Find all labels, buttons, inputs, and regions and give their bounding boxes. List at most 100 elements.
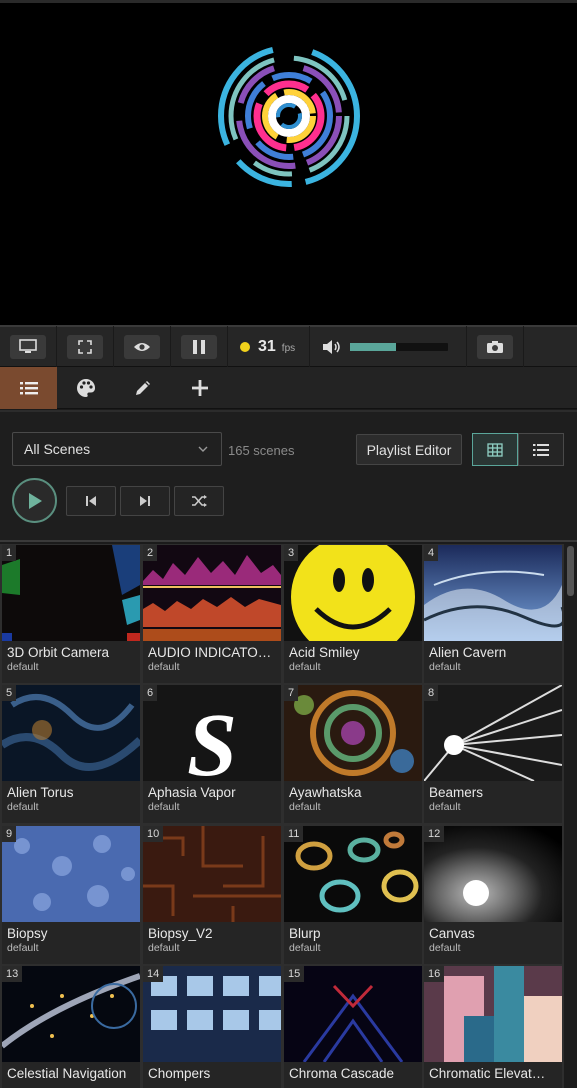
list-view-button[interactable] (518, 433, 564, 466)
tab-scenes[interactable] (0, 367, 57, 409)
fps-unit: fps (281, 343, 296, 354)
tab-palette[interactable] (57, 367, 114, 409)
scene-thumbnail (2, 826, 140, 922)
playlist-select[interactable]: All Scenes (12, 432, 222, 466)
scene-name: Ayawhatska (289, 785, 362, 800)
svg-text:S: S (187, 696, 237, 781)
play-button[interactable] (12, 478, 57, 523)
scene-thumbnail (143, 545, 281, 641)
skip-back-icon (86, 496, 96, 506)
scene-name: Acid Smiley (289, 645, 360, 660)
volume-fill (350, 342, 397, 351)
panel-tabs (0, 367, 577, 409)
scene-number: 8 (424, 685, 439, 701)
playlist-editor-button[interactable]: Playlist Editor (356, 434, 462, 465)
scene-name: Biopsy_V2 (148, 926, 213, 941)
scene-playlist: default (7, 801, 39, 813)
visibility-button[interactable] (114, 325, 171, 368)
scene-card[interactable]: S 6 Aphasia Vapor default (143, 685, 281, 823)
scene-number: 13 (2, 966, 23, 982)
scene-card[interactable]: 2 AUDIO INDICATO… default (143, 545, 281, 683)
scene-thumbnail (284, 545, 422, 641)
scene-thumbnail (284, 966, 422, 1062)
eye-icon (134, 342, 150, 351)
scene-card[interactable]: 7 Ayawhatska default (284, 685, 422, 823)
scene-card[interactable]: 9 Biopsy default (2, 826, 140, 964)
scene-playlist: default (7, 942, 39, 954)
scene-card[interactable]: 14 Chompers (143, 966, 281, 1088)
scene-thumbnail (2, 966, 140, 1062)
scene-card[interactable]: 12 Canvas default (424, 826, 562, 964)
scene-card[interactable]: 1 3D Orbit Camera default (2, 545, 140, 683)
scene-name: Aphasia Vapor (148, 785, 236, 800)
pause-button[interactable] (171, 325, 228, 368)
tab-editor[interactable] (114, 367, 171, 409)
scene-number: 1 (2, 545, 17, 561)
fps-status-dot (240, 341, 250, 352)
scene-name: Blurp (289, 926, 321, 941)
monitor-icon (19, 339, 37, 353)
play-icon (28, 492, 42, 509)
tab-add[interactable] (171, 367, 228, 409)
volume-slider[interactable] (350, 342, 449, 351)
fullscreen-icon (78, 339, 92, 354)
scene-playlist: default (148, 942, 180, 954)
scene-card[interactable]: 10 Biopsy_V2 default (143, 826, 281, 964)
scrollbar-thumb[interactable] (567, 546, 574, 596)
grid-view-button[interactable] (472, 433, 518, 466)
scene-caption: Chroma Cascade (284, 1062, 422, 1088)
screenshot-button[interactable] (467, 325, 525, 368)
scene-caption: Biopsy default (2, 922, 140, 964)
scene-number: 11 (284, 826, 304, 842)
plus-icon (191, 380, 208, 396)
shuffle-button[interactable] (174, 486, 224, 516)
monitor-button[interactable] (0, 325, 57, 368)
scene-card[interactable]: 11 Blurp default (284, 826, 422, 964)
scene-caption: Blurp default (284, 922, 422, 964)
scene-thumbnail (2, 685, 140, 781)
list-icon (19, 382, 38, 395)
scene-caption: 3D Orbit Camera default (2, 641, 140, 683)
pencil-icon (135, 381, 150, 395)
scene-number: 7 (284, 685, 299, 701)
previous-scene-button[interactable] (66, 486, 116, 516)
playlist-select-value: All Scenes (24, 441, 91, 457)
scene-name: Biopsy (7, 926, 48, 941)
scene-playlist: default (429, 942, 461, 954)
scene-card[interactable]: 16 Chromatic Elevat… (424, 966, 562, 1088)
scene-name: Canvas (429, 926, 475, 941)
scene-playlist: default (429, 661, 461, 673)
scene-number: 3 (284, 545, 299, 561)
chevron-down-icon (198, 446, 208, 452)
fps-indicator: 31 fps (228, 325, 311, 368)
scene-caption: Ayawhatska default (284, 781, 422, 823)
scene-card[interactable]: 13 Celestial Navigation (2, 966, 140, 1088)
pause-icon (193, 339, 205, 354)
scene-thumbnail (424, 826, 562, 922)
scene-number: 9 (2, 826, 17, 842)
scene-thumbnail (424, 966, 562, 1062)
scene-number: 6 (143, 685, 158, 701)
scene-number: 12 (424, 826, 445, 842)
scene-card[interactable]: 15 Chroma Cascade (284, 966, 422, 1088)
scene-card[interactable]: 8 Beamers default (424, 685, 562, 823)
scene-card[interactable]: 4 Alien Cavern default (424, 545, 562, 683)
scene-card[interactable]: 3 Acid Smiley default (284, 545, 422, 683)
scene-thumbnail (143, 966, 281, 1062)
shuffle-icon (192, 495, 207, 507)
fullscreen-button[interactable] (57, 325, 114, 368)
scene-thumbnail (284, 826, 422, 922)
speaker-icon[interactable] (322, 339, 342, 355)
scene-number: 16 (424, 966, 445, 982)
scene-playlist: default (289, 661, 321, 673)
scene-playlist: default (7, 661, 39, 673)
scene-caption: Biopsy_V2 default (143, 922, 281, 964)
next-scene-button[interactable] (120, 486, 170, 516)
scene-number: 14 (143, 966, 164, 982)
scene-grid-scrollbar[interactable] (564, 544, 577, 1088)
scene-caption: Alien Torus default (2, 781, 140, 823)
scene-thumbnail (143, 826, 281, 922)
scene-card[interactable]: 5 Alien Torus default (2, 685, 140, 823)
scene-caption: AUDIO INDICATO… default (143, 641, 281, 683)
scene-name: Chroma Cascade (289, 1066, 395, 1081)
